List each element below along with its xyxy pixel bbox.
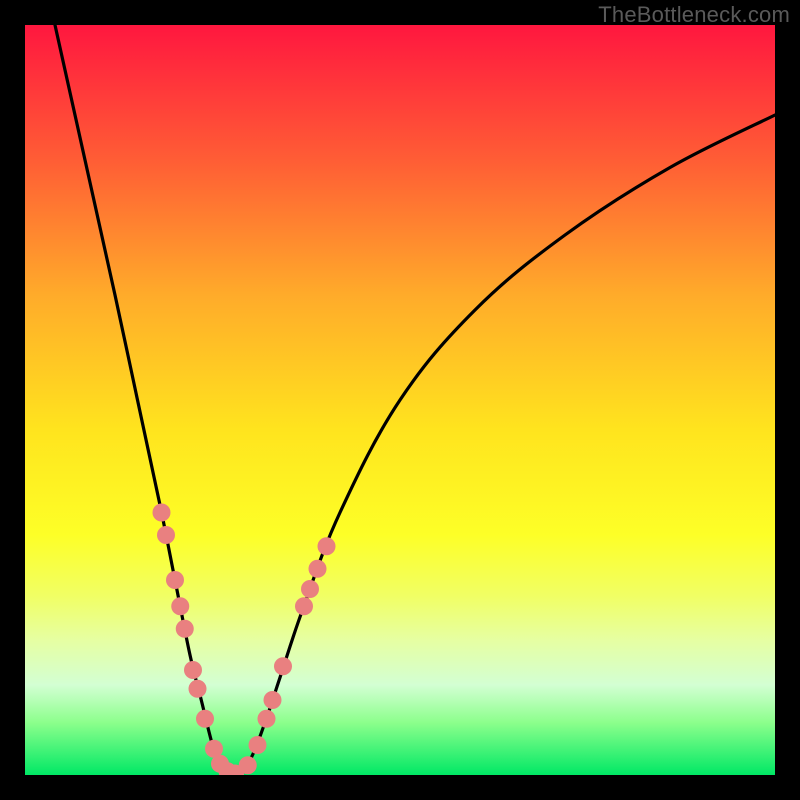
data-marker (295, 597, 313, 615)
data-marker (153, 504, 171, 522)
data-marker (184, 661, 202, 679)
data-marker (171, 597, 189, 615)
data-marker (196, 710, 214, 728)
data-marker (318, 537, 336, 555)
data-marker (176, 620, 194, 638)
data-marker (274, 657, 292, 675)
data-marker (166, 571, 184, 589)
curve-right-curve (235, 115, 775, 775)
marker-layer (153, 504, 336, 776)
data-marker (258, 710, 276, 728)
chart-svg (25, 25, 775, 775)
chart-plot-area (25, 25, 775, 775)
data-marker (264, 691, 282, 709)
data-marker (309, 560, 327, 578)
curve-left-curve (55, 25, 235, 775)
curve-layer (55, 25, 775, 775)
chart-frame: TheBottleneck.com (0, 0, 800, 800)
data-marker (301, 580, 319, 598)
data-marker (249, 736, 267, 754)
watermark-text: TheBottleneck.com (598, 2, 790, 28)
data-marker (239, 756, 257, 774)
data-marker (157, 526, 175, 544)
data-marker (189, 680, 207, 698)
